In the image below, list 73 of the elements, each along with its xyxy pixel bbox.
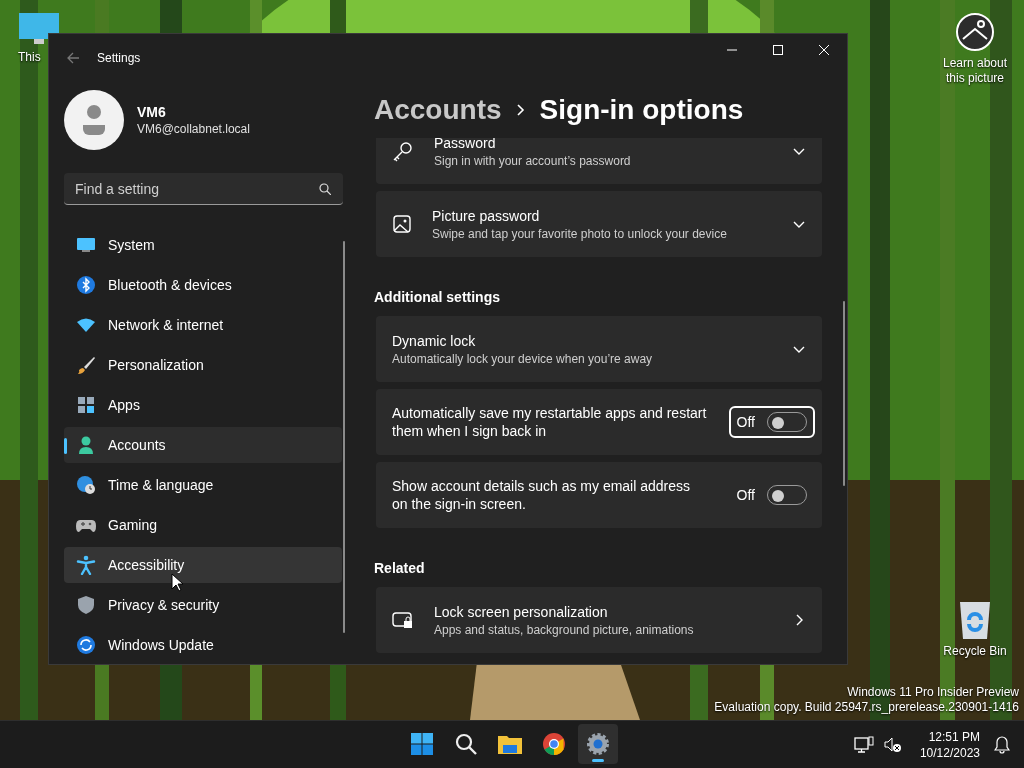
card-title: Automatically save my restartable apps and restart them when I sign back in (392, 404, 708, 440)
toggle-state-text: Off (736, 414, 755, 430)
shield-icon (76, 595, 96, 615)
wifi-icon (76, 317, 96, 333)
nav-item[interactable]: Privacy & security (64, 587, 342, 623)
brush-icon (76, 355, 96, 375)
mouse-cursor-icon (171, 573, 183, 592)
breadcrumb-parent[interactable]: Accounts (374, 94, 502, 126)
card-title: Picture password (432, 207, 541, 225)
account-email: VM6@collabnet.local (137, 122, 250, 136)
settings-card[interactable]: Lock screen personalization Apps and status, background picture, animations (376, 587, 822, 653)
nav-item[interactable]: Apps (64, 387, 342, 423)
back-arrow-icon (65, 50, 81, 66)
account-name: VM6 (137, 104, 167, 120)
person-icon (76, 435, 96, 455)
settings-card[interactable]: Picture password Swipe and tap your favorite photo to unlock your device (376, 191, 822, 257)
gear-icon (586, 732, 610, 756)
clock-date[interactable]: 10/12/2023 (919, 744, 980, 761)
browser-logo-icon (542, 732, 566, 756)
card-description: Automatically lock your device when you’re away (392, 352, 654, 366)
desktop-icon-label[interactable]: This (18, 50, 41, 65)
card-description: Apps and status, background picture, animations (434, 623, 695, 637)
maximize-icon (773, 45, 783, 55)
nav-item[interactable]: Bluetooth & devices (64, 267, 342, 303)
gamepad-icon (76, 517, 96, 533)
bluetooth-icon (76, 275, 96, 295)
speaker-muted-icon (883, 736, 902, 753)
card-title: Password (434, 138, 497, 152)
folder-icon (497, 733, 523, 755)
bell-icon (994, 735, 1010, 754)
build-info-text: Windows 11 Pro Insider Preview (847, 685, 1019, 700)
build-info-text: Evaluation copy. Build 25947.rs_prerelease.230901-1416 (714, 700, 1019, 715)
desktop-icon-label[interactable]: Learn about this picture (940, 56, 1010, 86)
picture-info-icon[interactable] (955, 12, 995, 52)
nav-item[interactable]: Personalization (64, 347, 342, 383)
network-icon (853, 735, 874, 754)
nav-item[interactable]: Network & internet (64, 307, 342, 343)
card-description: Swipe and tap your favorite photo to unlock your device (432, 227, 728, 241)
monitor-icon (76, 237, 96, 253)
breadcrumb-chevron-icon (515, 103, 526, 117)
search-icon (454, 732, 478, 756)
accessibility-icon (76, 555, 96, 575)
desktop-icon-label[interactable]: Recycle Bin (943, 644, 1007, 659)
avatar (64, 90, 124, 150)
image-icon (392, 214, 412, 234)
page-title: Sign-in options (539, 94, 744, 126)
card-title: Show account details such as my email address on the sign-in screen. (392, 477, 692, 513)
nav-item[interactable]: Time & language (64, 467, 342, 503)
settings-card[interactable]: Password Sign in with your account’s password (376, 138, 822, 184)
sync-icon (76, 635, 96, 655)
nav-item[interactable]: Accessibility (64, 547, 342, 583)
section-heading: Related (374, 560, 426, 576)
toggle-state-text: Off (736, 487, 755, 503)
lock-screen-icon (392, 610, 414, 630)
nav-item[interactable]: Accounts (64, 427, 342, 463)
close-icon (819, 45, 829, 55)
monitor-icon (18, 12, 60, 46)
search-field[interactable]: Find a setting (64, 173, 343, 205)
card-description: Sign in with your account’s password (434, 154, 632, 168)
nav-item[interactable]: Gaming (64, 507, 342, 543)
window-title: Settings (97, 51, 141, 65)
clock-time[interactable]: 12:51 PM (928, 728, 980, 745)
card-title: Lock screen personalization (434, 603, 609, 621)
nav-item[interactable]: Windows Update (64, 627, 342, 663)
settings-card[interactable]: Dynamic lock Automatically lock your device when you’re away (376, 316, 822, 382)
key-icon (392, 140, 414, 162)
windows-logo-icon (410, 732, 434, 756)
nav-item[interactable]: System (64, 227, 342, 263)
search-icon (319, 183, 331, 195)
card-title: Dynamic lock (392, 332, 477, 350)
apps-grid-icon (76, 395, 96, 415)
section-heading: Additional settings (374, 289, 501, 305)
globe-clock-icon (76, 475, 96, 495)
